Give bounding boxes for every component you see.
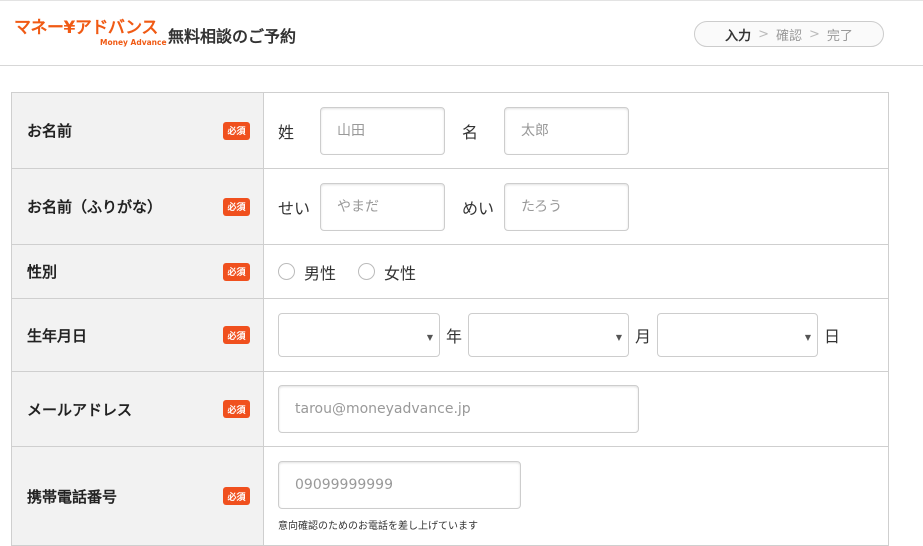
page-header: マネー¥アドバンス Money Advance 無料相談のご予約 入力 > 確認… <box>0 4 923 66</box>
required-badge: 必須 <box>223 121 250 140</box>
phone-input[interactable] <box>278 461 521 509</box>
top-border <box>0 0 923 3</box>
email-input[interactable] <box>278 385 639 433</box>
phone-note: 意向確認のためのお電話を差し上げています <box>278 521 478 532</box>
year-label: 年 <box>446 327 463 346</box>
required-badge: 必須 <box>223 400 250 418</box>
birth-year-select[interactable]: ▼ <box>278 313 440 357</box>
step-confirm: 確認 <box>775 28 802 44</box>
required-badge: 必須 <box>223 197 250 216</box>
name-label-cell: お名前 必須 <box>12 93 264 168</box>
step-input: 入力 <box>725 28 752 44</box>
name-field-cell: 姓 名 <box>264 93 889 168</box>
email-field-cell <box>264 372 889 446</box>
birthdate-label: 生年月日 <box>27 326 88 345</box>
kana-label: お名前（ふりがな） <box>27 198 163 216</box>
kana-field-cell: せい めい <box>264 169 889 244</box>
last-kana-input[interactable] <box>320 182 445 231</box>
gender-field-cell: 男性 女性 <box>264 245 889 298</box>
birth-day-select[interactable]: ▼ <box>657 313 819 357</box>
last-kana-label: せい <box>278 198 311 218</box>
chevron-down-icon: ▼ <box>804 333 812 342</box>
name-row: お名前 必須 姓 名 <box>12 93 889 169</box>
male-radio[interactable] <box>278 263 295 280</box>
phone-row: 携帯電話番号 必須 意向確認のためのお電話を差し上げています <box>12 447 889 546</box>
birthdate-label-cell: 生年月日 必須 <box>12 299 264 371</box>
chevron-down-icon: ▼ <box>426 333 433 342</box>
male-label: 男性 <box>304 263 337 283</box>
birthdate-field-cell: ▼ 年 ▼ 月 ▼ 日 <box>264 299 889 371</box>
gender-option-female[interactable]: 女性 <box>358 260 416 284</box>
first-kana-label: めい <box>462 198 495 218</box>
last-name-label: 姓 <box>278 122 295 142</box>
phone-label-cell: 携帯電話番号 必須 <box>12 447 264 545</box>
logo-subtext: Money Advance <box>100 38 167 47</box>
female-radio[interactable] <box>358 263 376 280</box>
step-complete: 完了 <box>826 28 853 44</box>
logo-text: マネー¥アドバンス <box>14 18 158 38</box>
page-title: 無料相談のご予約 <box>168 27 297 46</box>
step-separator: > <box>809 26 820 42</box>
phone-label: 携帯電話番号 <box>27 487 118 506</box>
first-name-label: 名 <box>462 122 479 142</box>
step-separator: > <box>758 26 769 42</box>
gender-row: 性別 必須 男性 女性 <box>12 245 889 299</box>
required-badge: 必須 <box>223 262 250 281</box>
name-label: お名前 <box>27 122 73 140</box>
kana-row: お名前（ふりがな） 必須 せい めい <box>12 169 889 245</box>
gender-option-male[interactable]: 男性 <box>278 260 336 284</box>
email-label: メールアドレス <box>27 400 133 419</box>
first-kana-input[interactable] <box>504 182 629 231</box>
brand-logo[interactable]: マネー¥アドバンス Money Advance <box>14 18 167 54</box>
reservation-form: お名前 必須 姓 名 お名前（ふりがな） 必須 せい めい 性別 必須 <box>11 92 889 546</box>
required-badge: 必須 <box>223 326 250 344</box>
first-name-input[interactable] <box>504 106 629 155</box>
chevron-down-icon: ▼ <box>615 333 623 342</box>
phone-field-cell: 意向確認のためのお電話を差し上げています <box>264 447 889 545</box>
last-name-input[interactable] <box>320 106 445 155</box>
email-label-cell: メールアドレス 必須 <box>12 372 264 446</box>
email-row: メールアドレス 必須 <box>12 372 889 447</box>
gender-label: 性別 <box>27 263 58 281</box>
birth-month-select[interactable]: ▼ <box>468 313 630 357</box>
female-label: 女性 <box>384 263 417 283</box>
kana-label-cell: お名前（ふりがな） 必須 <box>12 169 264 244</box>
step-indicator: 入力 > 確認 > 完了 <box>694 21 884 47</box>
day-label: 日 <box>824 327 841 346</box>
month-label: 月 <box>635 327 652 346</box>
required-badge: 必須 <box>223 487 250 505</box>
gender-label-cell: 性別 必須 <box>12 245 264 298</box>
birthdate-row: 生年月日 必須 ▼ 年 ▼ 月 ▼ 日 <box>12 299 889 372</box>
